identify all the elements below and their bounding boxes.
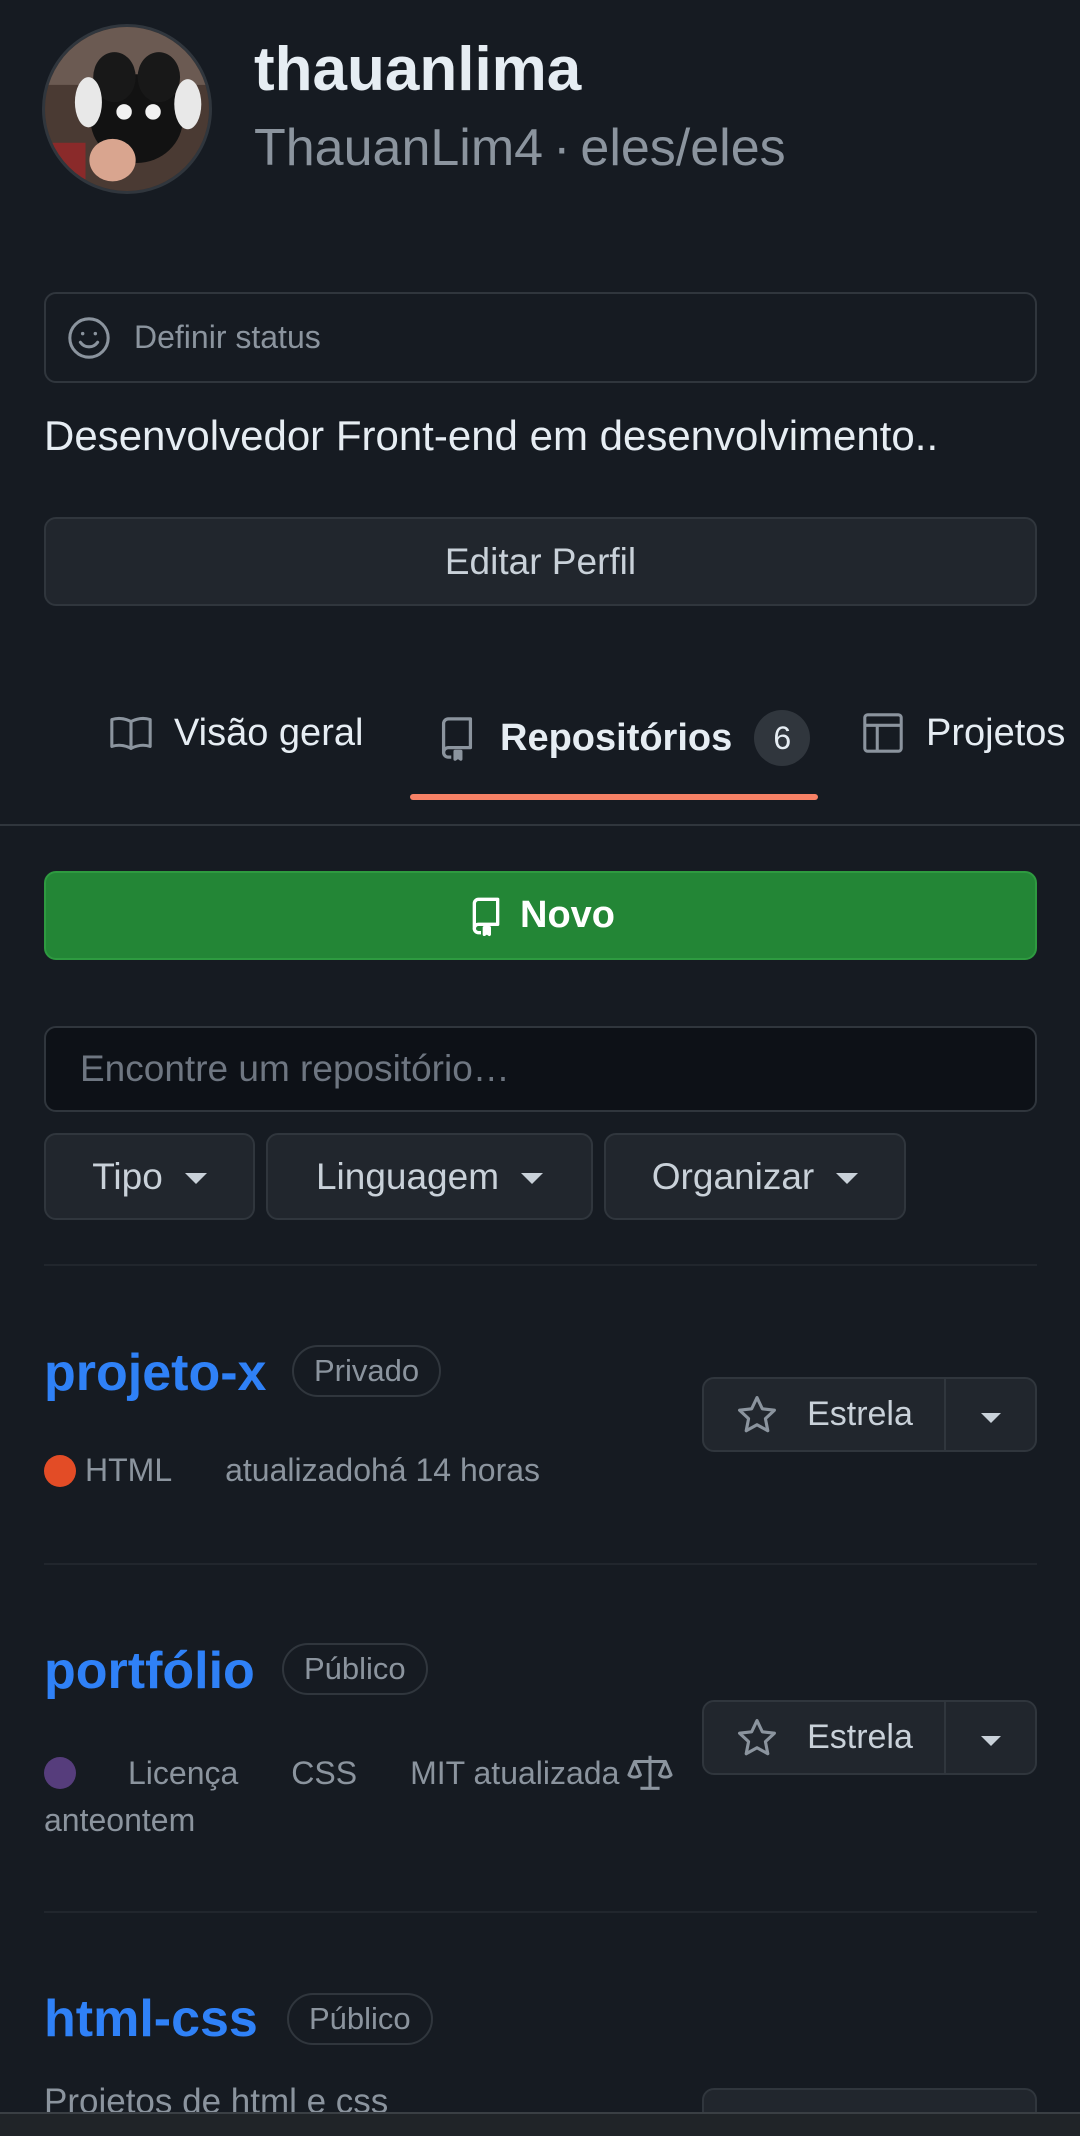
star-list-dropdown[interactable] <box>946 1702 1035 1773</box>
list-divider <box>44 1563 1037 1565</box>
repo-meta: HTML atualizadohá 14 horas <box>44 1452 540 1489</box>
star-label: Estrela <box>807 1395 913 1433</box>
law-icon <box>627 1755 674 1790</box>
edit-profile-button[interactable]: Editar Perfil <box>44 517 1037 606</box>
status-placeholder: Definir status <box>134 319 321 355</box>
star-icon <box>738 1395 777 1432</box>
tab-label: Repositórios <box>500 716 733 759</box>
language-label: HTML <box>85 1452 173 1488</box>
table-icon <box>863 713 903 753</box>
star-label: Estrela <box>807 1718 913 1756</box>
profile-handle: ThauanLim4 <box>254 119 544 177</box>
type-filter-dropdown[interactable]: Tipo <box>44 1133 255 1220</box>
profile-pronouns: eles/eles <box>580 119 786 177</box>
new-repository-button[interactable]: Novo <box>44 871 1037 960</box>
star-button[interactable]: Estrela <box>704 1379 946 1450</box>
list-divider <box>44 1911 1037 1913</box>
repo-name-link[interactable]: html-css <box>44 1989 258 2049</box>
sort-dropdown[interactable]: Organizar <box>604 1133 906 1220</box>
updated-text: atualizadohá 14 horas <box>225 1452 541 1488</box>
repository-search-input[interactable] <box>44 1026 1037 1112</box>
list-divider <box>44 1264 1037 1266</box>
book-icon <box>110 716 152 750</box>
repo-icon <box>472 897 500 936</box>
repo-name-link[interactable]: projeto-x <box>44 1343 266 1403</box>
profile-tabs: Visão geral Repositórios 6 Projetos <box>0 676 1080 826</box>
avatar[interactable] <box>42 24 212 194</box>
language-color-dot <box>44 1454 76 1487</box>
star-button[interactable]: Estrela <box>704 1702 946 1773</box>
repo-name-link[interactable]: portfólio <box>44 1641 255 1701</box>
star-button-group: Estrela <box>702 1377 1037 1452</box>
bottom-edge <box>0 2112 1080 2136</box>
meta-text: Licença <box>128 1754 239 1791</box>
smiley-icon <box>68 316 110 359</box>
repo-meta: Licença CSS MIT atualizada <box>44 1750 674 1796</box>
new-button-label: Novo <box>520 894 615 936</box>
caret-down-icon <box>521 1173 544 1184</box>
tab-projects[interactable]: Projetos <box>860 710 1065 756</box>
language-filter-dropdown[interactable]: Linguagem <box>266 1133 593 1220</box>
tab-repositories[interactable]: Repositórios 6 <box>434 710 811 766</box>
language-color-dot <box>44 1757 76 1789</box>
star-icon <box>738 1718 777 1755</box>
visibility-badge: Privado <box>292 1345 442 1397</box>
tab-label: Projetos <box>926 711 1066 754</box>
profile-username: thauanlima <box>254 35 582 104</box>
tab-label: Visão geral <box>174 711 364 754</box>
tabs-divider <box>0 824 1080 826</box>
filter-label: Linguagem <box>315 1155 500 1197</box>
caret-down-icon <box>836 1173 859 1184</box>
language-label: CSS <box>291 1754 358 1791</box>
set-status-button[interactable]: Definir status <box>44 292 1037 383</box>
filter-label: Tipo <box>92 1155 163 1197</box>
repo-icon <box>441 717 473 761</box>
active-tab-indicator <box>410 794 818 800</box>
profile-subline: ThauanLim4 · eles/eles <box>254 118 786 178</box>
star-list-dropdown[interactable] <box>946 1379 1035 1450</box>
visibility-badge: Público <box>287 1993 433 2045</box>
profile-bio: Desenvolvedor Front-end em desenvolvimen… <box>44 412 939 459</box>
separator: · <box>553 119 571 177</box>
caret-down-icon <box>980 1412 1001 1423</box>
updated-text: anteontem <box>44 1802 196 1838</box>
caret-down-icon <box>184 1173 207 1184</box>
star-button-group: Estrela <box>702 1700 1037 1775</box>
license-label: MIT atualizada <box>410 1754 620 1791</box>
caret-down-icon <box>980 1735 1001 1746</box>
repo-count-badge: 6 <box>754 710 811 766</box>
tab-overview[interactable]: Visão geral <box>108 710 363 756</box>
visibility-badge: Público <box>282 1643 428 1695</box>
filter-label: Organizar <box>651 1155 815 1197</box>
